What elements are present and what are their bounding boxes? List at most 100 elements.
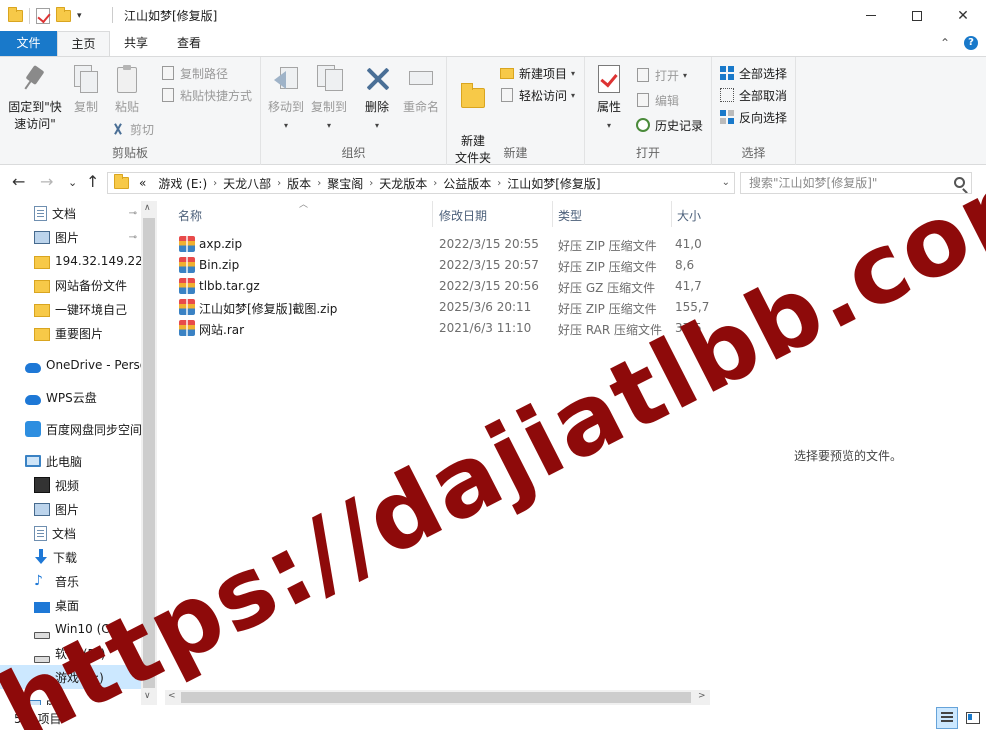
archive-file-icon bbox=[179, 299, 195, 315]
title-separator bbox=[112, 7, 113, 23]
minimize-button[interactable] bbox=[848, 0, 894, 31]
sidebar-item-drive-e[interactable]: 游戏 (E:) bbox=[0, 665, 141, 689]
back-arrow-icon[interactable]: ← bbox=[12, 174, 25, 190]
recent-locations-chevron-down-icon[interactable]: ⌄ bbox=[68, 175, 77, 191]
customize-qat-chevron-down-icon[interactable]: ▾ bbox=[77, 11, 82, 21]
open-button[interactable]: 打开 ▾ bbox=[635, 65, 687, 85]
file-list-horizontal-scrollbar[interactable]: < > bbox=[165, 690, 710, 705]
file-row[interactable]: 网站.rar 2021/6/3 11:10 好压 RAR 压缩文件 37,5 bbox=[165, 318, 710, 339]
column-type[interactable]: 类型 bbox=[558, 207, 582, 224]
scroll-right-arrow-icon[interactable]: > bbox=[698, 691, 706, 701]
scrollbar-thumb[interactable] bbox=[143, 218, 155, 688]
file-row[interactable]: tlbb.tar.gz 2022/3/15 20:56 好压 GZ 压缩文件 4… bbox=[165, 276, 710, 297]
sidebar-item-desktop[interactable]: 桌面 bbox=[0, 593, 141, 617]
column-date[interactable]: 修改日期 bbox=[439, 207, 487, 224]
address-bar[interactable]: « 游戏 (E:) › 天龙八部 › 版本 › 聚宝阁 › 天龙版本 › 公益版本 › 江山… bbox=[107, 172, 735, 194]
paste-button[interactable]: 粘贴 bbox=[108, 63, 146, 116]
delete-button[interactable]: 删除 ▾ bbox=[357, 63, 397, 134]
copy-path-button[interactable]: 复制路径 bbox=[160, 63, 228, 83]
sidebar-item-downloads[interactable]: 下载 bbox=[0, 545, 141, 569]
new-folder-icon[interactable] bbox=[56, 7, 71, 22]
sidebar-item-label: 网络 bbox=[46, 697, 70, 706]
file-row[interactable]: 江山如梦[修复版]截图.zip 2025/3/6 20:11 好压 ZIP 压缩… bbox=[165, 297, 710, 318]
select-none-button[interactable]: 全部取消 bbox=[719, 85, 787, 105]
file-row[interactable]: axp.zip 2022/3/15 20:55 好压 ZIP 压缩文件 41,0 bbox=[165, 234, 710, 255]
column-divider[interactable] bbox=[671, 201, 672, 227]
sidebar-item-videos[interactable]: 视频 bbox=[0, 473, 141, 497]
sidebar-item-wps-cloud[interactable]: WPS云盘 bbox=[0, 385, 141, 409]
sidebar-item-baidu-sync[interactable]: 百度网盘同步空间 bbox=[0, 417, 141, 441]
copy-path-label: 复制路径 bbox=[180, 66, 229, 81]
sidebar-item-music[interactable]: ♪ 音乐 bbox=[0, 569, 141, 593]
maximize-button[interactable] bbox=[894, 0, 940, 31]
properties-icon[interactable] bbox=[36, 8, 50, 24]
column-size[interactable]: 大小 bbox=[677, 207, 710, 224]
new-item-button[interactable]: 新建项目 ▾ bbox=[499, 63, 575, 83]
scroll-left-arrow-icon[interactable]: < bbox=[168, 691, 176, 701]
breadcrumb-item[interactable]: 天龙八部 bbox=[217, 175, 277, 192]
breadcrumb-overflow[interactable]: « bbox=[133, 176, 152, 190]
rename-button[interactable]: 重命名 bbox=[399, 63, 443, 116]
address-history-chevron-down-icon[interactable]: ⌄ bbox=[722, 177, 730, 188]
search-icon[interactable] bbox=[954, 177, 965, 188]
breadcrumb-item[interactable]: 聚宝阁 bbox=[321, 175, 369, 192]
scrollbar-thumb[interactable] bbox=[181, 692, 691, 703]
cut-button[interactable]: 剪切 bbox=[110, 119, 154, 139]
tab-home[interactable]: 主页 bbox=[57, 31, 110, 57]
breadcrumb-item[interactable]: 天龙版本 bbox=[373, 175, 433, 192]
ribbon-controls: ⌃ ? bbox=[940, 36, 978, 50]
tab-view[interactable]: 查看 bbox=[162, 31, 216, 56]
tab-share[interactable]: 共享 bbox=[110, 31, 162, 56]
select-all-button[interactable]: 全部选择 bbox=[719, 63, 787, 83]
details-view-icon[interactable] bbox=[936, 707, 958, 729]
file-row[interactable]: Bin.zip 2022/3/15 20:57 好压 ZIP 压缩文件 8,6 bbox=[165, 255, 710, 276]
sidebar-item-documents[interactable]: 文档 ⊸ bbox=[0, 201, 141, 225]
sidebar-item-label: 桌面 bbox=[55, 598, 80, 613]
history-button[interactable]: 历史记录 bbox=[635, 115, 703, 135]
invert-selection-button[interactable]: 反向选择 bbox=[719, 107, 787, 127]
copy-button[interactable]: 复制 bbox=[68, 63, 104, 116]
column-name[interactable]: 名称 bbox=[178, 207, 202, 224]
sidebar-item-this-pc[interactable]: 此电脑 bbox=[0, 449, 141, 473]
forward-arrow-icon[interactable]: → bbox=[40, 174, 53, 190]
scroll-up-arrow-icon[interactable]: ∧ bbox=[144, 203, 151, 213]
navigation-pane-scrollbar[interactable]: ∧ ∨ bbox=[141, 201, 157, 705]
edit-button[interactable]: 编辑 bbox=[635, 90, 679, 110]
scroll-down-arrow-icon[interactable]: ∨ bbox=[144, 691, 151, 701]
move-to-button[interactable]: 移动到 ▾ bbox=[265, 63, 307, 134]
paste-shortcut-button[interactable]: 粘贴快捷方式 bbox=[160, 85, 252, 105]
collapse-ribbon-chevron-up-icon[interactable]: ⌃ bbox=[940, 36, 950, 50]
search-input[interactable]: 搜索"江山如梦[修复版]" bbox=[740, 172, 972, 194]
sidebar-item-drive-c[interactable]: Win10 (C:) bbox=[0, 617, 141, 641]
sidebar-item-network[interactable]: 网络 bbox=[0, 693, 141, 705]
column-divider[interactable] bbox=[432, 201, 433, 227]
large-icons-view-icon[interactable] bbox=[962, 707, 984, 729]
up-arrow-icon[interactable]: ↑ bbox=[86, 174, 99, 190]
sidebar-item-onedrive[interactable]: OneDrive - Perso bbox=[0, 353, 141, 377]
sidebar-item-site-backup[interactable]: 网站备份文件 bbox=[0, 273, 141, 297]
sidebar-item-pc-documents[interactable]: 文档 bbox=[0, 521, 141, 545]
tab-file[interactable]: 文件 bbox=[0, 31, 57, 56]
search-placeholder: 搜索"江山如梦[修复版]" bbox=[749, 176, 878, 190]
sidebar-item-one-click-env[interactable]: 一键环境自己 bbox=[0, 297, 141, 321]
breadcrumb-item-current[interactable]: 江山如梦[修复版] bbox=[501, 175, 606, 192]
column-divider[interactable] bbox=[552, 201, 553, 227]
sidebar-item-drive-d[interactable]: 软件 (D:) bbox=[0, 641, 141, 665]
properties-button[interactable]: 属性 ▾ bbox=[591, 63, 627, 134]
close-button[interactable]: ✕ bbox=[940, 0, 986, 31]
invert-selection-label: 反向选择 bbox=[739, 110, 788, 125]
sidebar-item-pictures[interactable]: 图片 ⊸ bbox=[0, 225, 141, 249]
breadcrumb-item[interactable]: 游戏 (E:) bbox=[152, 175, 213, 192]
sidebar-item-ip-folder[interactable]: 194.32.149.222 bbox=[0, 249, 141, 273]
copy-to-button[interactable]: 复制到 ▾ bbox=[307, 63, 351, 134]
breadcrumb-item[interactable]: 公益版本 bbox=[437, 175, 497, 192]
pin-icon: ⊸ bbox=[128, 207, 137, 219]
select-group-label: 选择 bbox=[741, 146, 766, 160]
help-icon[interactable]: ? bbox=[964, 36, 978, 50]
sidebar-item-important-pictures[interactable]: 重要图片 bbox=[0, 321, 141, 345]
breadcrumb-item[interactable]: 版本 bbox=[281, 175, 317, 192]
sidebar-item-pc-pictures[interactable]: 图片 bbox=[0, 497, 141, 521]
file-date: 2022/3/15 20:56 bbox=[439, 279, 539, 293]
easy-access-button[interactable]: 轻松访问 ▾ bbox=[499, 85, 575, 105]
pin-quick-access-button[interactable]: 固定到"快速访问" bbox=[4, 63, 66, 133]
